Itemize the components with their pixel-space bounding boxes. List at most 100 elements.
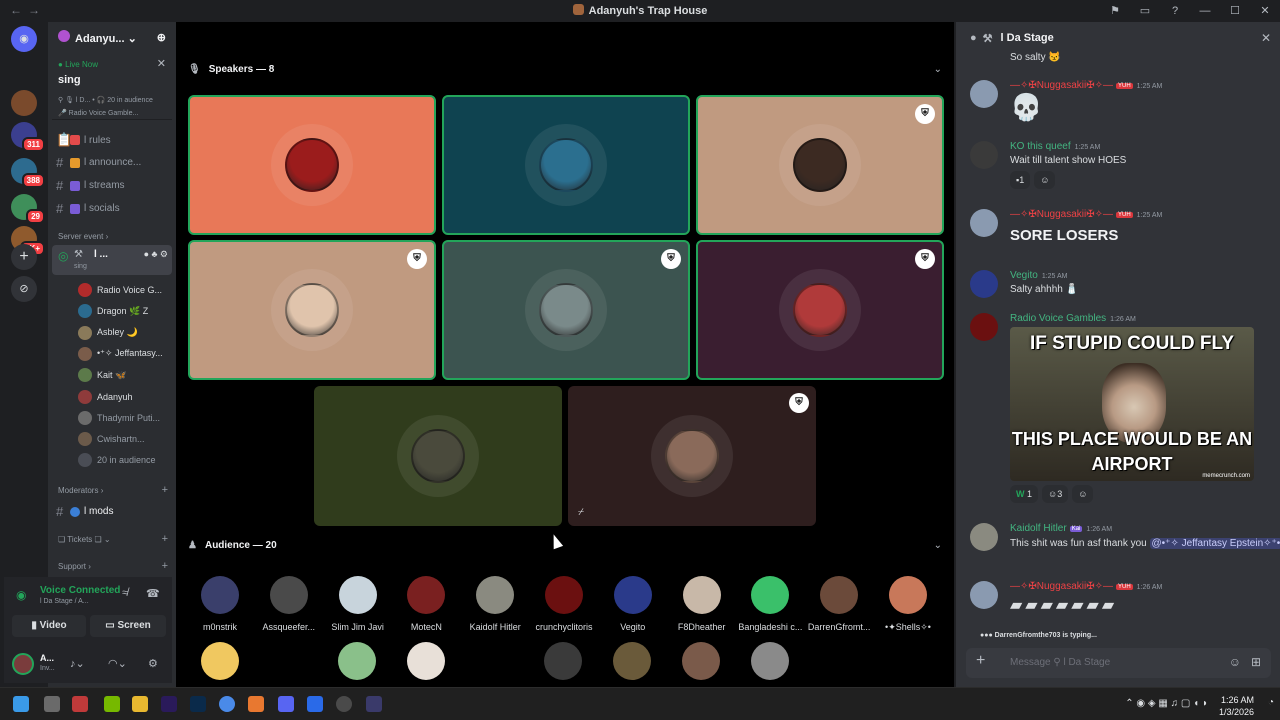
emoji-icon[interactable]: ☺ [1229,655,1241,669]
mods-channel[interactable]: # l mods [56,504,170,519]
tray-icons[interactable]: ⌃ ◉ ◈ ▦ ♫ ▢ ◖ ◗ [1125,698,1208,709]
chevron-down-icon[interactable]: ⌄ [934,64,942,75]
user-panel[interactable]: A... Inv... ♪⌄ ◠⌄ ⚙ [12,651,172,679]
speaker-tile[interactable]: ⛨ ⌿ [568,386,816,526]
audience-member[interactable] [737,642,803,680]
task-view-icon[interactable] [44,696,60,712]
channel-item[interactable]: 📋 l rules [56,132,170,148]
voice-member[interactable]: •⁺✧ Jeffantasy... [78,346,170,361]
voice-member[interactable]: Dragon 🌿 Z [78,304,170,319]
speaker-tile[interactable]: ⛨ [696,240,944,380]
audience-member[interactable]: DarrenGfromt... [806,576,872,632]
audience-member[interactable]: Bangladeshi c... [737,576,803,632]
avatar[interactable] [970,523,998,551]
audience-member[interactable]: crunchyclitoris [531,576,597,632]
attach-icon[interactable]: + [976,652,985,670]
message-author[interactable]: —✧✠Nuggasakii✠✧— YUH 1:25 AM [1010,80,1162,91]
premiere-icon[interactable] [161,696,177,712]
voice-member[interactable]: Cwishartn... [78,432,170,447]
voice-member[interactable]: Radio Voice G... [78,283,170,297]
video-button[interactable]: ▮ Video [12,615,86,637]
photoshop-icon[interactable] [190,696,206,712]
chevron-down-icon[interactable]: ⌄ [934,540,942,551]
audience-member[interactable]: Kaidolf Hitler [462,576,528,632]
app-icon[interactable] [366,696,382,712]
audience-member[interactable]: •✦Shells✧• [875,576,941,633]
add-member-icon[interactable]: ⊕ [157,31,166,44]
message-input[interactable]: Message ⚲ l Da Stage [1010,657,1110,668]
snipping-tool-icon[interactable] [72,696,88,712]
app-icon[interactable] [336,696,352,712]
audience-member[interactable]: Slim Jim Javi [325,576,391,632]
audience-member[interactable]: m0nstrik [187,576,253,632]
app-icon[interactable] [307,696,323,712]
monitor-icon[interactable]: ▭ [1130,0,1160,22]
audience-member[interactable]: MotecN [393,576,459,632]
voice-channel[interactable]: l Da Stage / A... [40,598,89,605]
channel-item[interactable]: # l socials [56,201,170,216]
speaker-tile[interactable] [314,386,562,526]
guild-header[interactable]: Adanyu... ⌄ ⊕ [48,22,176,52]
server-icon[interactable] [11,90,37,116]
disconnect-icon[interactable]: ☎ [146,587,160,600]
audience-member[interactable] [668,642,734,680]
apps-icon[interactable]: ⊞ [1251,655,1261,669]
meme-image[interactable]: IF STUPID COULD FLY THIS PLACE WOULD BE … [1010,327,1254,481]
voice-member[interactable]: Kait 🦋 [78,368,170,383]
voice-member[interactable]: Thadymir Puti... [78,410,170,425]
help-icon[interactable]: ? [1160,0,1190,22]
support-category[interactable]: Support › + [58,560,168,572]
voice-member[interactable]: Asbley 🌙 [78,325,170,340]
audience-member[interactable] [393,642,459,680]
reaction[interactable]: ▪ 1 [1010,171,1031,189]
add-server-icon[interactable]: + [11,244,37,270]
audience-member[interactable]: Assqueefer... [256,576,322,632]
discord-home-icon[interactable]: ◉ [11,26,37,52]
server-event-category[interactable]: Server event › [58,232,168,241]
headphones-icon[interactable]: ◠⌄ [108,657,127,670]
clock[interactable]: 1:26 AM 1/3/2026 [1219,694,1254,718]
speaker-tile[interactable]: ⛨ [188,240,436,380]
message-author[interactable]: —✧✠Nuggasakii✠✧— YUH 1:25 AM [1010,209,1162,220]
reaction[interactable]: ☺ 3 [1042,485,1069,503]
avatar[interactable] [970,313,998,341]
audience-member[interactable]: F8Dheather [669,576,735,632]
discord-icon[interactable] [278,696,294,712]
avatar[interactable] [970,209,998,237]
avatar[interactable] [970,581,998,609]
message-author[interactable]: KO this queef 1:25 AM [1010,141,1100,152]
close-button[interactable]: ✕ [1250,0,1280,22]
close-icon[interactable]: ✕ [1261,31,1271,45]
message-author[interactable]: Kaidolf Hitler Kai 1:26 AM [1010,523,1112,534]
close-icon[interactable]: ✕ [157,57,166,70]
voice-member[interactable]: 20 in audience [78,453,170,468]
inbox-icon[interactable]: ⚑ [1100,0,1130,22]
reaction[interactable]: W 1 [1010,485,1039,503]
user-mention[interactable]: @•⁺✧ Jeffantasy Epstein✧⁺• [1149,538,1280,549]
stage-channel[interactable]: ◎ ⚒ l ... sing ● ♣ ⚙ [52,245,172,275]
server-icon[interactable]: 388 [11,158,45,188]
live-now-card[interactable]: ● Live Now ✕ sing ⚲ 🎙 l D... • 🎧 20 in a… [52,56,172,120]
mic-icon[interactable]: ♪⌄ [70,657,85,670]
channel-item[interactable]: # l streams [56,178,170,193]
file-explorer-icon[interactable] [132,696,148,712]
stage-actions[interactable]: ● ♣ ⚙ [144,249,168,260]
nvidia-icon[interactable] [104,696,120,712]
maximize-button[interactable]: ☐ [1220,0,1250,22]
windows-start-icon[interactable] [13,696,29,712]
audience-member[interactable]: Vegito [600,576,666,632]
voice-member[interactable]: Adanyuh [78,389,170,404]
avatar[interactable] [970,270,998,298]
avatar[interactable] [970,80,998,108]
audience-member[interactable] [187,642,253,680]
message-author[interactable]: Radio Voice Gambles 1:26 AM [1010,313,1136,324]
minimize-button[interactable]: — [1190,0,1220,22]
audience-member[interactable] [599,642,665,680]
notification-icon[interactable]: ◔ [1268,697,1274,708]
channel-item[interactable]: # l announce... [56,155,170,170]
server-icon[interactable]: 311 [11,122,45,152]
speaker-tile[interactable] [442,95,690,235]
app-icon[interactable] [248,696,264,712]
add-reaction-icon[interactable]: ☺ [1034,171,1056,189]
speaker-tile[interactable]: ⛨ [442,240,690,380]
